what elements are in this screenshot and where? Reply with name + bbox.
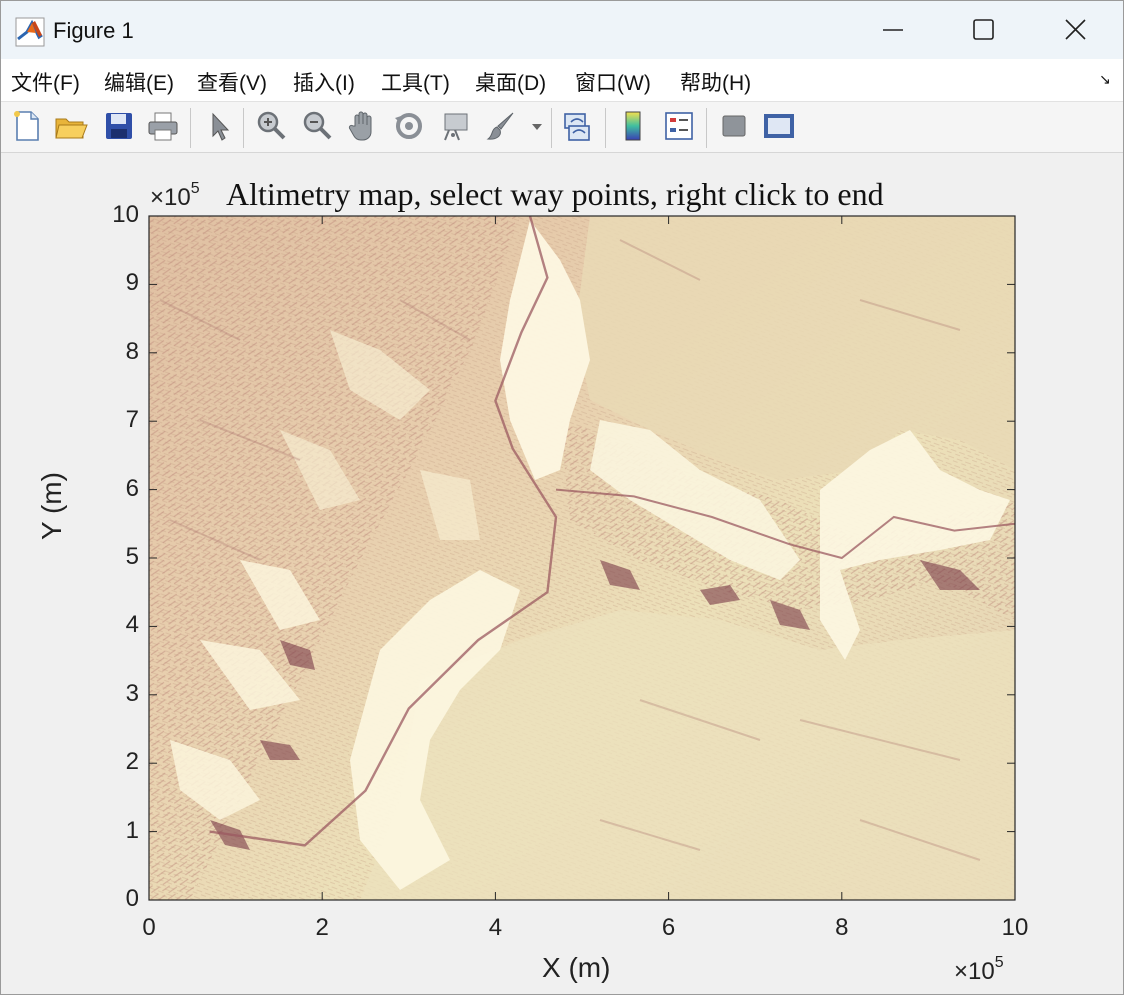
x-tick-label: 2 bbox=[315, 914, 329, 941]
x-tick-label: 8 bbox=[835, 914, 849, 941]
y-axis-label: Y (m) bbox=[36, 472, 67, 540]
y-tick-label: 8 bbox=[125, 337, 139, 365]
x-tick-label: 6 bbox=[661, 914, 676, 941]
x-axis-label: X (m) bbox=[542, 952, 611, 983]
y-tick-label: 0 bbox=[125, 885, 139, 912]
x-tick-label: 0 bbox=[142, 914, 156, 941]
y-tick-label: 3 bbox=[125, 679, 139, 707]
y-tick-label: 2 bbox=[125, 748, 139, 776]
y-tick-label: 4 bbox=[125, 611, 139, 639]
y-tick-label: 1 bbox=[125, 816, 139, 844]
y-tick-label: 10 bbox=[112, 201, 139, 228]
plot-axes[interactable] bbox=[0, 0, 1124, 995]
altimetry-image bbox=[149, 216, 1015, 900]
y-tick-label: 6 bbox=[125, 474, 139, 502]
x-tick-label: 4 bbox=[488, 914, 503, 941]
y-tick-label: 9 bbox=[125, 269, 139, 297]
y-tick-label: 7 bbox=[125, 406, 139, 434]
x-tick-label: 10 bbox=[1001, 914, 1029, 941]
y-tick-label: 5 bbox=[125, 543, 139, 570]
